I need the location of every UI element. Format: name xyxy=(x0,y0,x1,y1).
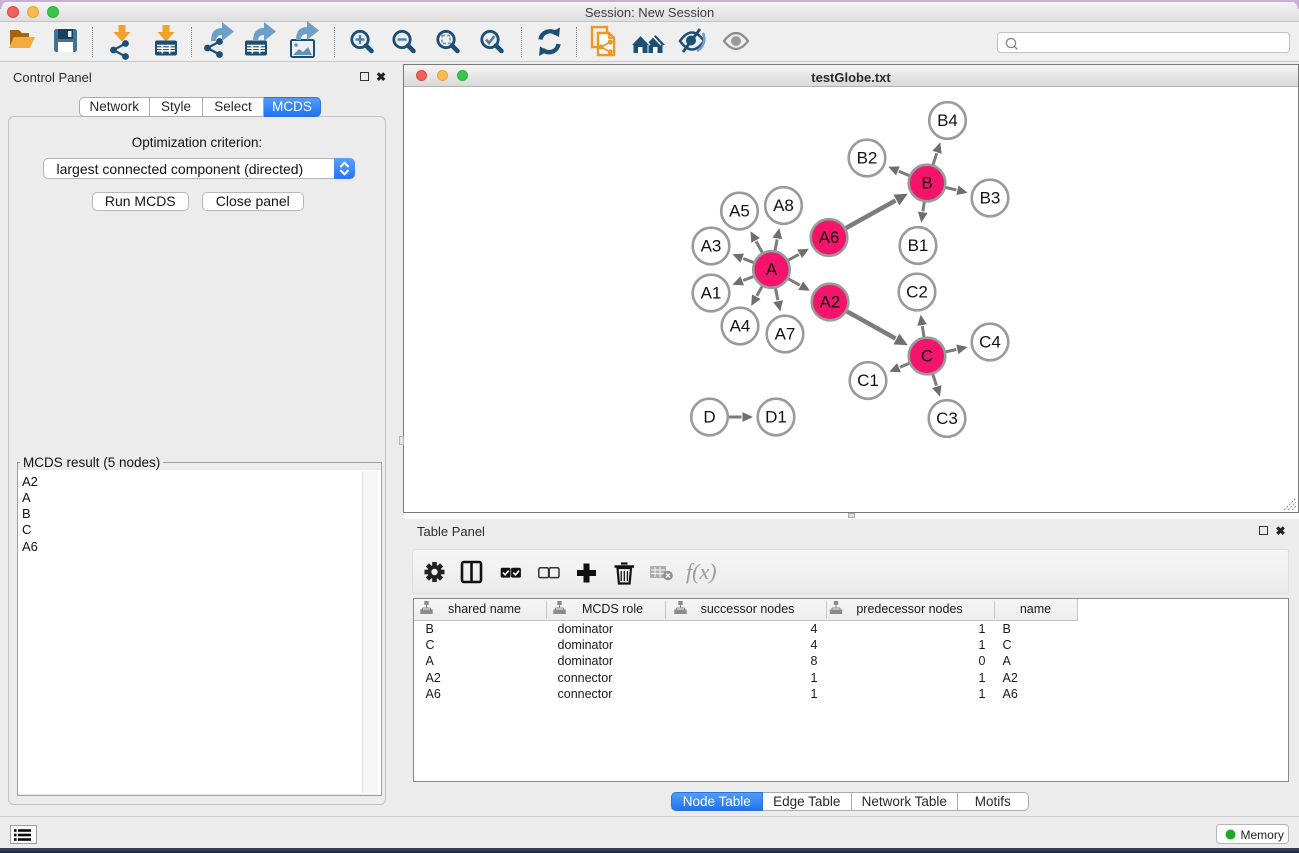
svg-text:D: D xyxy=(703,408,715,427)
svg-text:C2: C2 xyxy=(906,283,928,302)
svg-text:B1: B1 xyxy=(908,236,929,255)
svg-text:A5: A5 xyxy=(729,202,750,221)
svg-text:A6: A6 xyxy=(819,228,840,247)
svg-text:A4: A4 xyxy=(730,317,751,336)
svg-text:D1: D1 xyxy=(765,408,787,427)
svg-text:C4: C4 xyxy=(979,333,1001,352)
svg-text:A7: A7 xyxy=(775,325,796,344)
svg-text:B3: B3 xyxy=(980,189,1001,208)
svg-text:A: A xyxy=(766,260,778,279)
svg-text:B4: B4 xyxy=(937,111,958,130)
svg-text:C1: C1 xyxy=(857,371,879,390)
svg-text:A8: A8 xyxy=(773,196,794,215)
svg-text:A1: A1 xyxy=(701,284,722,303)
svg-text:C3: C3 xyxy=(936,409,958,428)
svg-text:A3: A3 xyxy=(701,237,722,256)
svg-text:C: C xyxy=(921,347,933,366)
svg-text:B: B xyxy=(921,174,932,193)
svg-text:A2: A2 xyxy=(820,293,841,312)
svg-text:B2: B2 xyxy=(857,149,878,168)
